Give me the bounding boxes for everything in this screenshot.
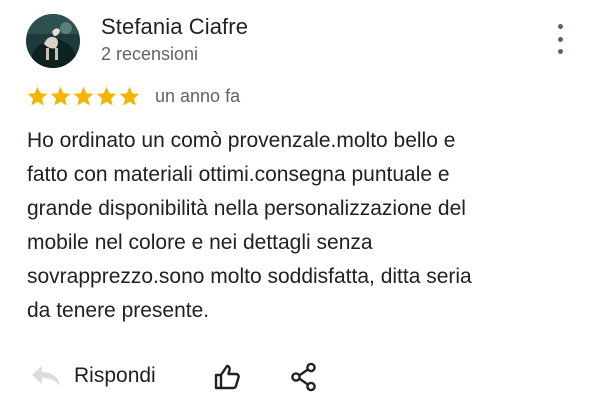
reply-button[interactable]: Rispondi: [30, 364, 156, 388]
like-button[interactable]: [212, 362, 242, 392]
star-icon: [49, 85, 72, 108]
more-vert-icon-dot: [557, 36, 563, 42]
review-actions: Rispondi: [0, 358, 600, 398]
share-button[interactable]: [290, 362, 318, 392]
more-options-button[interactable]: [548, 24, 572, 54]
more-vert-icon-dot: [557, 49, 563, 54]
review-text: Ho ordinato un comò provenzale.molto bel…: [27, 129, 472, 322]
author-review-count[interactable]: 2 recensioni: [101, 44, 198, 65]
star-rating: [26, 83, 141, 109]
star-icon: [118, 85, 141, 108]
review-time: un anno fa: [155, 86, 241, 106]
reply-label: Rispondi: [74, 364, 156, 387]
reply-arrow-icon: [32, 366, 60, 386]
profile-photo-avatar: [26, 14, 80, 68]
star-icon: [95, 85, 118, 108]
star-icon: [72, 85, 95, 108]
share-icon: [291, 362, 316, 392]
more-vert-icon: [557, 24, 563, 29]
author-avatar[interactable]: [26, 14, 80, 68]
thumbs-up-icon: [214, 364, 240, 390]
star-icon: [26, 85, 49, 108]
author-name[interactable]: Stefania Ciafre: [101, 14, 248, 40]
